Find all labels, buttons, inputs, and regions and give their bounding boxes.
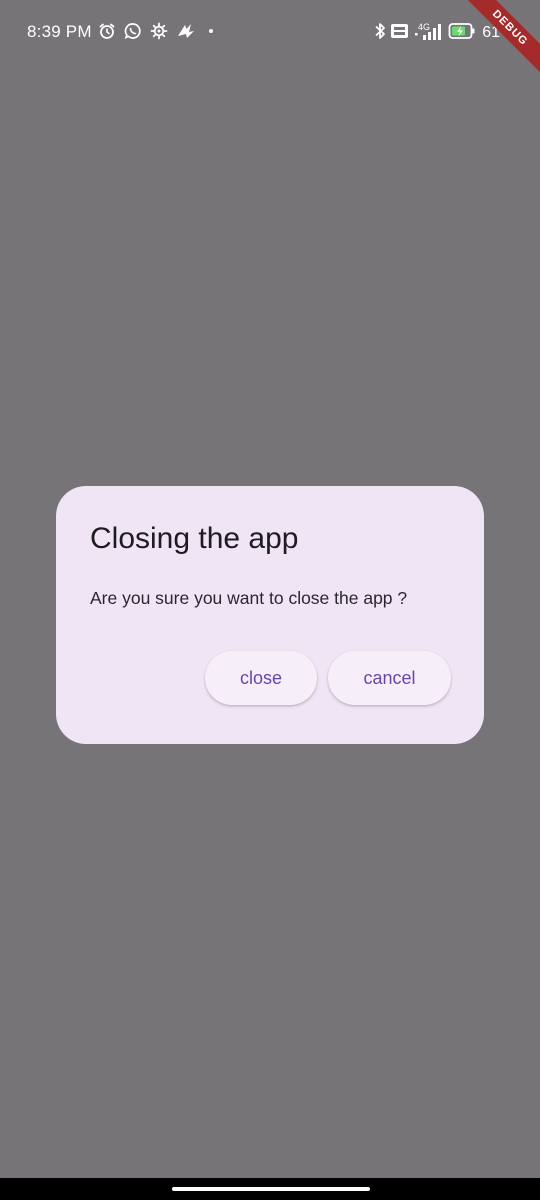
status-icons-left [98,22,218,45]
signal-icon: 4G [414,21,444,46]
alarm-icon [98,22,116,45]
navigation-bar [0,1178,540,1200]
bluetooth-icon [374,21,386,46]
close-button[interactable]: close [205,651,317,705]
dialog-message: Are you sure you want to close the app ? [90,588,408,608]
app-icon [176,22,196,45]
volte-icon [390,22,410,45]
debug-banner: DEBUG [460,0,540,80]
gear-icon [150,22,168,45]
status-time: 8:39 PM [27,22,92,41]
close-app-dialog: Closing the app Are you sure you want to… [56,486,484,744]
debug-banner-label: DEBUG [463,0,540,75]
dot-icon [204,22,218,45]
whatsapp-icon [124,22,142,45]
network-label: 4G [418,22,430,32]
cancel-button[interactable]: cancel [328,651,451,705]
status-bar: 8:39 PM 4G 61 [0,0,540,68]
dialog-title: Closing the app [90,522,299,555]
home-indicator[interactable] [172,1187,370,1191]
